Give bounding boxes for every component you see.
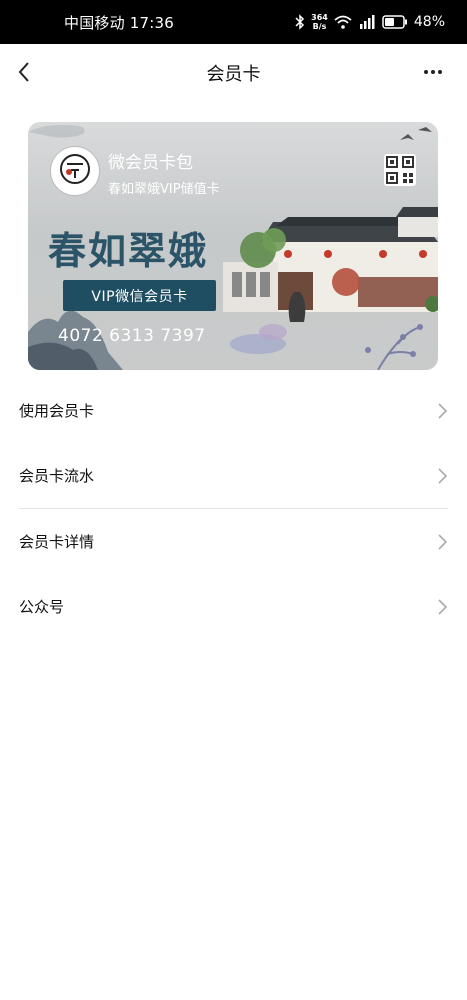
menu-item-label: 使用会员卡 <box>19 402 95 420</box>
more-dot-icon <box>424 70 428 74</box>
net-speed-value: 364 <box>311 13 328 22</box>
chevron-right-icon <box>438 598 447 615</box>
chevron-right-icon <box>438 533 447 550</box>
card-name: 春如翠娥VIP储值卡 <box>108 182 220 197</box>
status-bar: 中国移动 17:36 364 B/s 48% <box>0 0 467 44</box>
status-icons: 364 B/s 48% <box>295 13 445 31</box>
menu-item-card-transactions[interactable]: 会员卡流水 <box>0 443 467 508</box>
carrier-time: 中国移动 17:36 <box>64 13 174 32</box>
menu-item-card-details[interactable]: 会员卡详情 <box>0 509 467 574</box>
menu-item-label: 会员卡流水 <box>19 467 95 485</box>
more-dot-icon <box>431 70 435 74</box>
net-speed-unit: B/s <box>312 22 327 31</box>
card-brand-name: 春如翠娥 <box>48 228 209 273</box>
wallet-title: 微会员卡包 <box>108 153 193 173</box>
chevron-right-icon <box>438 467 447 484</box>
wifi-icon <box>334 15 352 29</box>
page-title: 会员卡 <box>206 64 261 85</box>
more-options-button[interactable] <box>419 62 447 82</box>
menu-list: 使用会员卡 会员卡流水 会员卡详情 公众号 <box>0 378 467 639</box>
card-type-badge: VIP微信会员卡 <box>63 280 216 311</box>
chevron-right-icon <box>438 402 447 419</box>
menu-item-official-account[interactable]: 公众号 <box>0 574 467 639</box>
battery-percent: 48% <box>413 14 445 30</box>
network-speed: 364 B/s <box>311 13 328 31</box>
member-card[interactable]: 微会员卡包 春如翠娥VIP储值卡 春如翠娥 VIP微信会员卡 4072 6313… <box>28 122 438 370</box>
shop-logo <box>50 146 100 196</box>
nav-header: 会员卡 <box>0 44 467 102</box>
menu-item-use-card[interactable]: 使用会员卡 <box>0 378 467 443</box>
card-number: 4072 6313 7397 <box>58 326 206 346</box>
more-dot-icon <box>438 70 442 74</box>
signal-icon <box>358 15 376 29</box>
bluetooth-icon <box>295 14 305 30</box>
qr-code-icon[interactable] <box>384 154 416 186</box>
menu-item-label: 公众号 <box>19 598 65 616</box>
battery-icon <box>382 15 408 29</box>
logo-icon <box>60 154 90 184</box>
menu-item-label: 会员卡详情 <box>19 533 95 551</box>
